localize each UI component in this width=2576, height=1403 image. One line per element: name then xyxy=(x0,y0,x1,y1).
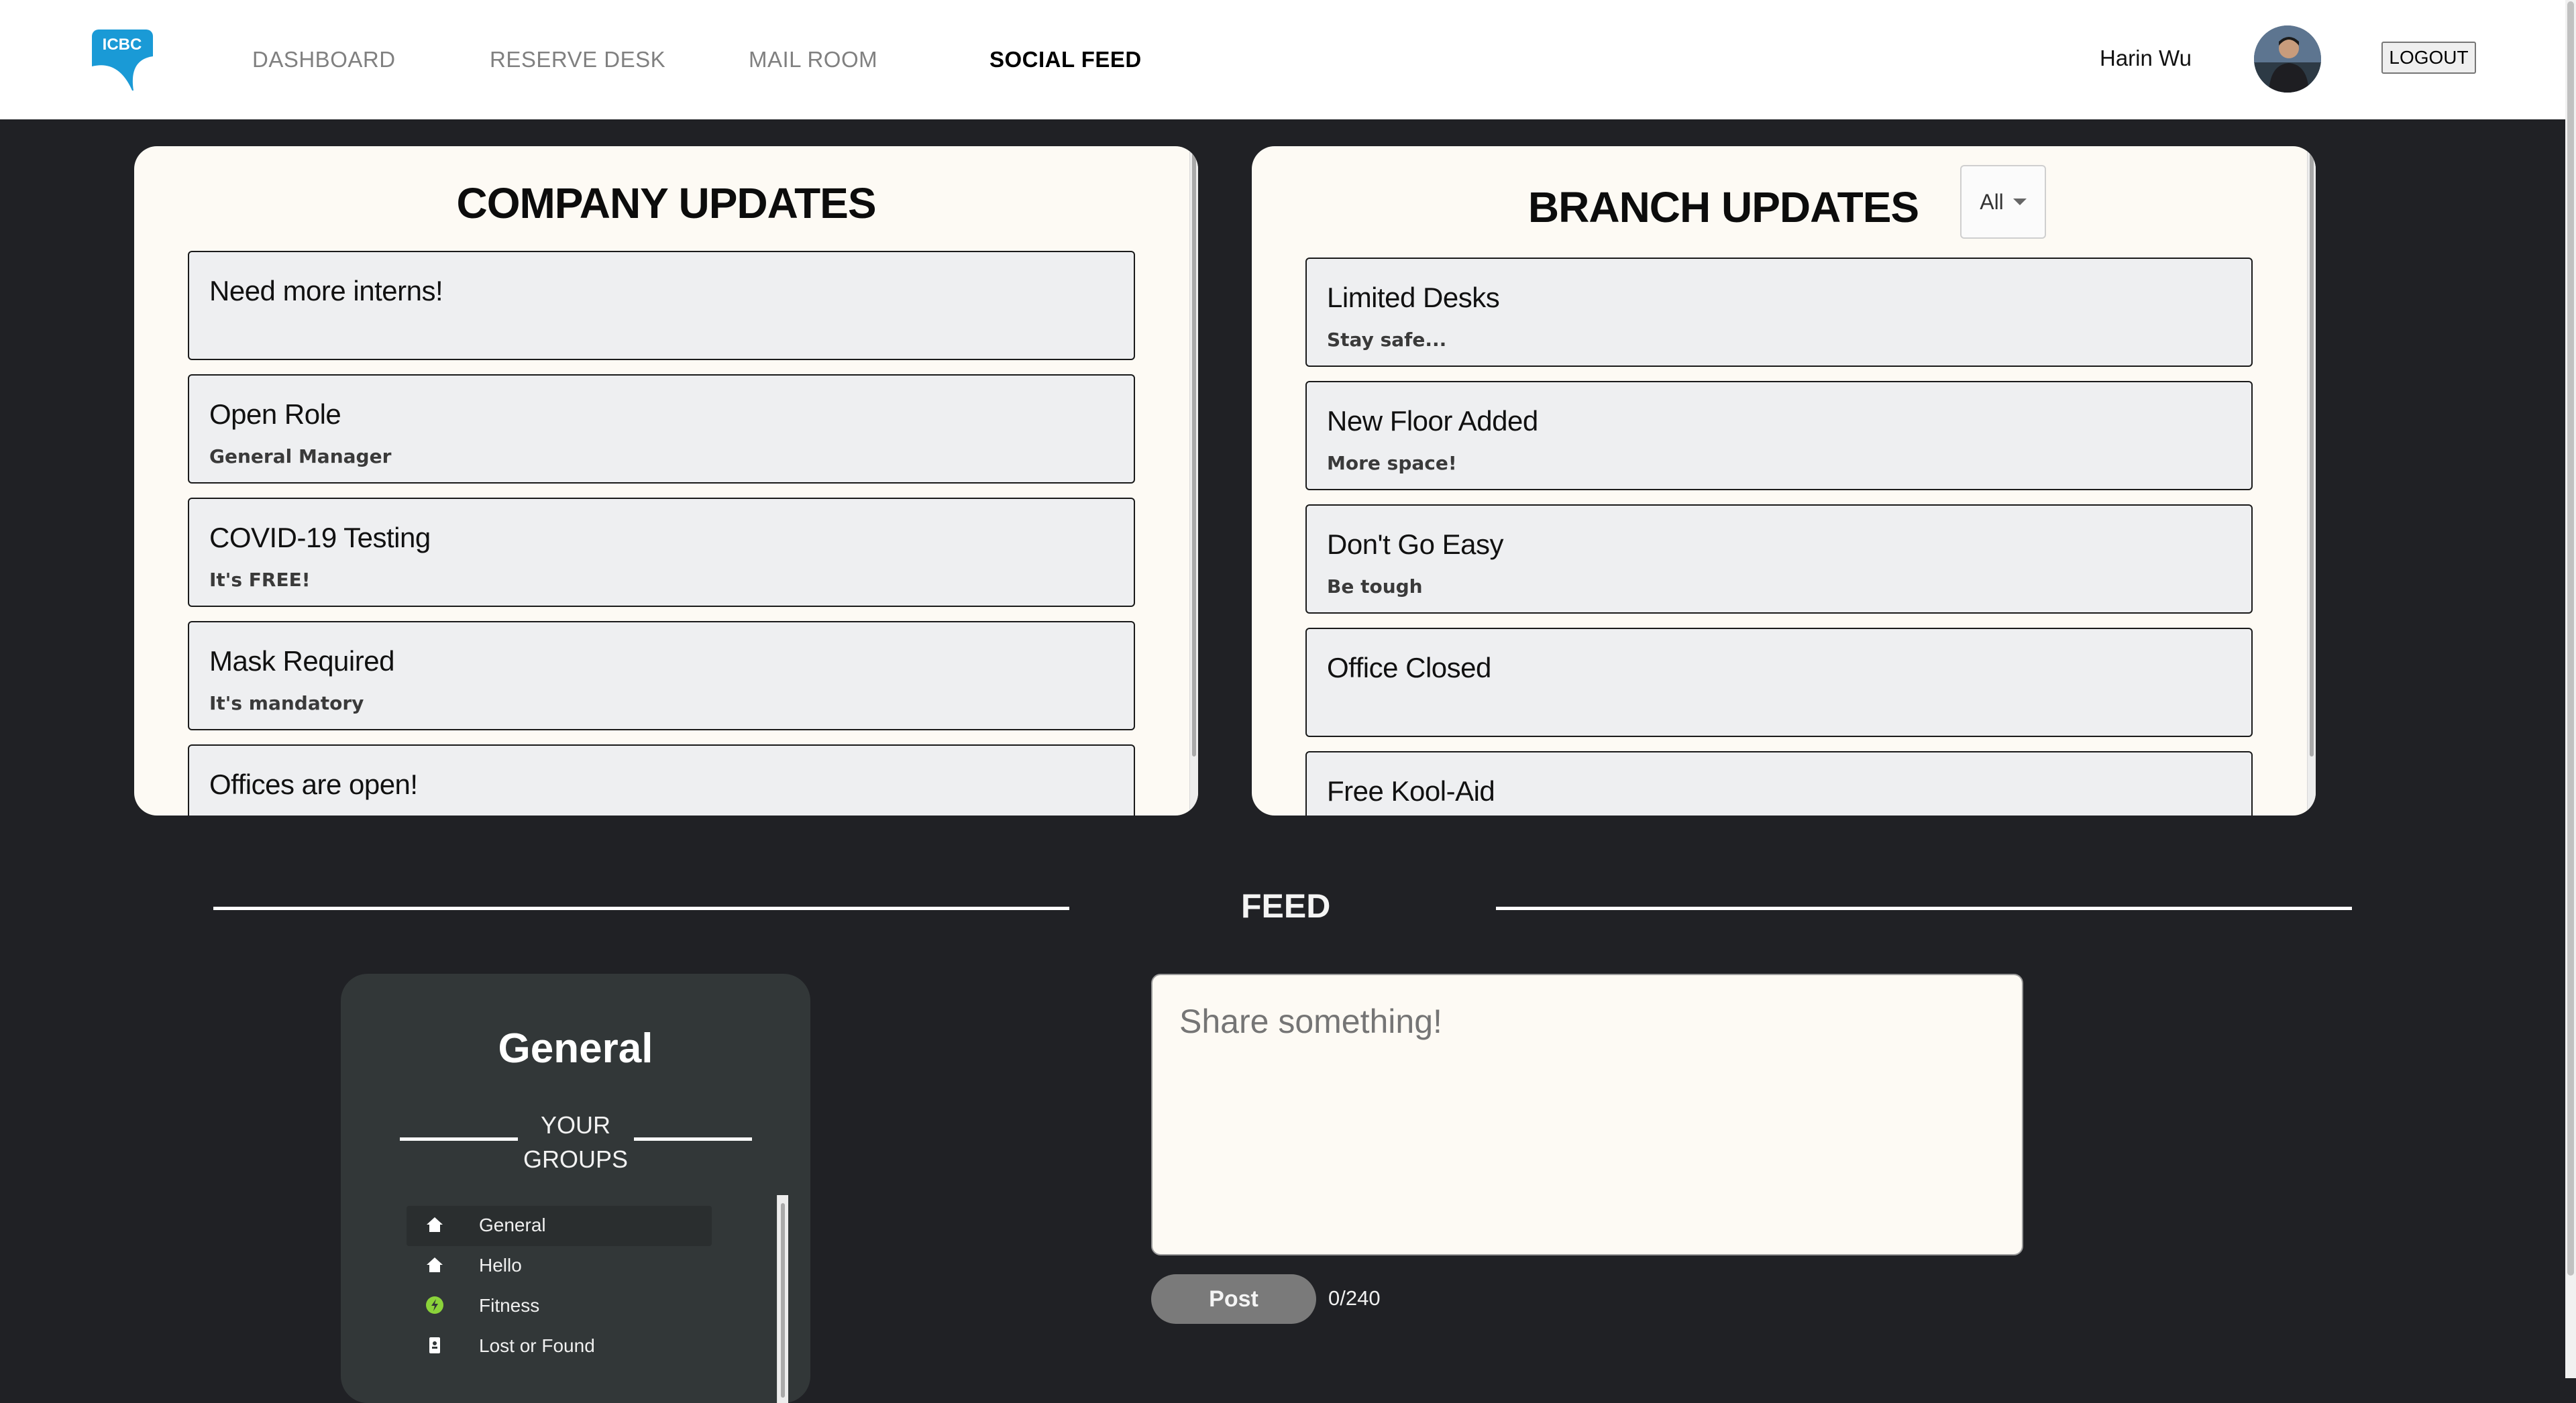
group-label: Lost or Found xyxy=(479,1335,595,1356)
branch-updates-scrollbar[interactable] xyxy=(2307,146,2316,816)
company-updates-scrollbar[interactable] xyxy=(1189,146,1198,816)
nav-mail-room[interactable]: MAIL ROOM xyxy=(749,47,877,72)
group-item-hello[interactable]: Hello xyxy=(407,1246,712,1286)
update-title: Don't Go Easy xyxy=(1327,528,1503,560)
company-updates-panel: COMPANY UPDATES Need more interns! Open … xyxy=(134,146,1198,816)
logo-text: ICBC xyxy=(103,36,142,54)
chevron-down-icon xyxy=(2012,199,2027,205)
home-icon xyxy=(427,1217,443,1232)
branch-filter-select[interactable]: All xyxy=(1960,165,2046,239)
group-label: Fitness xyxy=(479,1295,540,1316)
update-title: Need more interns! xyxy=(209,275,443,306)
current-group-title: General xyxy=(498,1025,653,1072)
fitness-icon xyxy=(426,1296,443,1314)
group-item-lost-or-found[interactable]: Lost or Found xyxy=(407,1327,712,1367)
home-icon xyxy=(427,1257,443,1272)
character-count: 0/240 xyxy=(1328,1286,1381,1310)
update-title: Open Role xyxy=(209,398,341,430)
update-title: Offices are open! xyxy=(209,769,418,800)
company-update-card[interactable]: Mask Required It's mandatory xyxy=(188,621,1135,730)
groups-panel: General YOUR GROUPS General Hello Fitnes… xyxy=(341,974,810,1403)
branch-filter-value: All xyxy=(1980,189,2004,214)
branch-update-card[interactable]: Limited Desks Stay safe... xyxy=(1305,258,2253,367)
branch-updates-scroll-thumb[interactable] xyxy=(2310,153,2314,756)
branch-update-card[interactable]: Don't Go Easy Be tough xyxy=(1305,504,2253,614)
update-title: Free Kool-Aid xyxy=(1327,775,1495,807)
company-update-card[interactable]: Open Role General Manager xyxy=(188,374,1135,484)
update-subtitle: Be tough xyxy=(1327,575,1423,598)
update-title: COVID-19 Testing xyxy=(209,522,431,553)
group-item-general[interactable]: General xyxy=(407,1206,712,1246)
logout-button[interactable]: LOGOUT xyxy=(2381,42,2476,74)
branch-update-card[interactable]: Free Kool-Aid xyxy=(1305,751,2253,816)
page-scrollbar[interactable] xyxy=(2565,0,2576,1378)
feed-divider-right xyxy=(1496,907,2352,910)
nav-reserve-desk[interactable]: RESERVE DESK xyxy=(490,47,665,72)
icbc-logo[interactable]: ICBC xyxy=(92,30,153,91)
nav-dashboard[interactable]: DASHBOARD xyxy=(252,47,396,72)
nav-social-feed[interactable]: SOCIAL FEED xyxy=(989,47,1142,72)
feed-divider-left xyxy=(213,907,1069,910)
update-subtitle: More space! xyxy=(1327,452,1457,474)
update-subtitle: It's mandatory xyxy=(209,692,364,714)
your-groups-label: YOUR GROUPS xyxy=(523,1111,629,1173)
top-nav-bar: ICBC DASHBOARD RESERVE DESK MAIL ROOM SO… xyxy=(0,0,2565,119)
update-subtitle: Stay safe... xyxy=(1327,329,1447,351)
feed-title: FEED xyxy=(1241,887,1331,925)
update-title: New Floor Added xyxy=(1327,405,1538,437)
company-updates-scroll-thumb[interactable] xyxy=(1192,153,1196,756)
company-update-card[interactable]: Offices are open! xyxy=(188,744,1135,816)
group-item-fitness[interactable]: Fitness xyxy=(407,1286,712,1327)
branch-updates-panel: BRANCH UPDATES All Limited Desks Stay sa… xyxy=(1252,146,2316,816)
groups-divider-right xyxy=(634,1137,752,1141)
update-subtitle: General Manager xyxy=(209,445,392,467)
post-button[interactable]: Post xyxy=(1151,1274,1316,1324)
branch-update-card[interactable]: Office Closed xyxy=(1305,628,2253,737)
group-label: Hello xyxy=(479,1255,522,1276)
company-updates-title: COMPANY UPDATES xyxy=(456,179,876,227)
update-title: Limited Desks xyxy=(1327,282,1500,313)
company-update-card[interactable]: Need more interns! xyxy=(188,251,1135,360)
lost-found-icon xyxy=(429,1337,440,1353)
page-scrollbar-thumb[interactable] xyxy=(2567,1,2574,1276)
user-name: Harin Wu xyxy=(2100,46,2192,70)
avatar[interactable] xyxy=(2254,25,2321,93)
company-update-card[interactable]: COVID-19 Testing It's FREE! xyxy=(188,498,1135,607)
group-label: General xyxy=(479,1215,546,1235)
update-title: Mask Required xyxy=(209,645,394,677)
update-title: Office Closed xyxy=(1327,652,1491,683)
branch-updates-title: BRANCH UPDATES xyxy=(1527,183,1919,231)
branch-update-card[interactable]: New Floor Added More space! xyxy=(1305,381,2253,490)
update-subtitle: It's FREE! xyxy=(209,569,311,591)
groups-divider-left xyxy=(400,1137,518,1141)
groups-scroll-thumb[interactable] xyxy=(781,1203,785,1398)
avatar-photo-icon xyxy=(2254,25,2321,93)
groups-scrollbar[interactable] xyxy=(777,1195,788,1403)
share-post-input[interactable] xyxy=(1151,974,2023,1255)
